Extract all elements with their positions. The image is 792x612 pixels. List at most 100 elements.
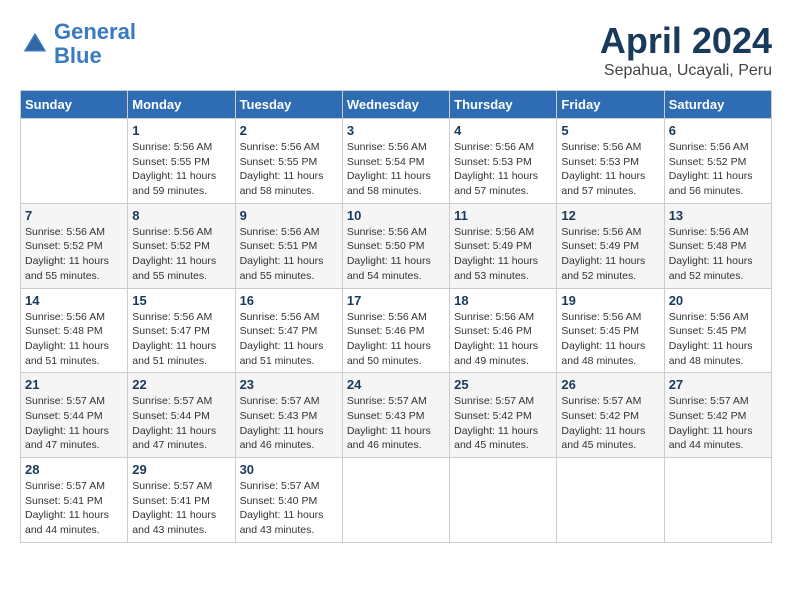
day-info: Sunrise: 5:56 AMSunset: 5:45 PMDaylight:… — [669, 310, 767, 369]
calendar-table: Sunday Monday Tuesday Wednesday Thursday… — [20, 90, 772, 543]
day-number: 17 — [347, 293, 445, 308]
day-info: Sunrise: 5:57 AMSunset: 5:41 PMDaylight:… — [25, 479, 123, 538]
day-number: 23 — [240, 377, 338, 392]
day-number: 5 — [561, 123, 659, 138]
col-monday: Monday — [128, 91, 235, 119]
table-row: 20 Sunrise: 5:56 AMSunset: 5:45 PMDayligh… — [664, 288, 771, 373]
table-row: 5 Sunrise: 5:56 AMSunset: 5:53 PMDaylight… — [557, 119, 664, 204]
day-number: 28 — [25, 462, 123, 477]
col-sunday: Sunday — [21, 91, 128, 119]
day-info: Sunrise: 5:57 AMSunset: 5:43 PMDaylight:… — [347, 394, 445, 453]
table-row: 11 Sunrise: 5:56 AMSunset: 5:49 PMDayligh… — [450, 203, 557, 288]
table-row: 26 Sunrise: 5:57 AMSunset: 5:42 PMDayligh… — [557, 373, 664, 458]
day-info: Sunrise: 5:57 AMSunset: 5:41 PMDaylight:… — [132, 479, 230, 538]
page-header: General Blue April 2024 Sepahua, Ucayali… — [20, 20, 772, 80]
day-info: Sunrise: 5:57 AMSunset: 5:42 PMDaylight:… — [454, 394, 552, 453]
table-row: 25 Sunrise: 5:57 AMSunset: 5:42 PMDayligh… — [450, 373, 557, 458]
table-row: 8 Sunrise: 5:56 AMSunset: 5:52 PMDaylight… — [128, 203, 235, 288]
day-info: Sunrise: 5:56 AMSunset: 5:52 PMDaylight:… — [25, 225, 123, 284]
day-number: 11 — [454, 208, 552, 223]
day-info: Sunrise: 5:56 AMSunset: 5:53 PMDaylight:… — [454, 140, 552, 199]
col-wednesday: Wednesday — [342, 91, 449, 119]
calendar-week-row: 7 Sunrise: 5:56 AMSunset: 5:52 PMDaylight… — [21, 203, 772, 288]
day-info: Sunrise: 5:56 AMSunset: 5:54 PMDaylight:… — [347, 140, 445, 199]
table-row: 14 Sunrise: 5:56 AMSunset: 5:48 PMDayligh… — [21, 288, 128, 373]
day-info: Sunrise: 5:56 AMSunset: 5:55 PMDaylight:… — [132, 140, 230, 199]
day-info: Sunrise: 5:56 AMSunset: 5:46 PMDaylight:… — [454, 310, 552, 369]
table-row: 3 Sunrise: 5:56 AMSunset: 5:54 PMDaylight… — [342, 119, 449, 204]
table-row: 4 Sunrise: 5:56 AMSunset: 5:53 PMDaylight… — [450, 119, 557, 204]
col-tuesday: Tuesday — [235, 91, 342, 119]
table-row — [557, 458, 664, 543]
title-block: April 2024 Sepahua, Ucayali, Peru — [600, 20, 772, 80]
table-row: 27Sunrise: 5:57 AMSunset: 5:42 PMDayligh… — [664, 373, 771, 458]
table-row — [21, 119, 128, 204]
day-info: Sunrise: 5:56 AMSunset: 5:49 PMDaylight:… — [454, 225, 552, 284]
day-number: 15 — [132, 293, 230, 308]
calendar-week-row: 21Sunrise: 5:57 AMSunset: 5:44 PMDayligh… — [21, 373, 772, 458]
day-number: 9 — [240, 208, 338, 223]
table-row: 15 Sunrise: 5:56 AMSunset: 5:47 PMDayligh… — [128, 288, 235, 373]
table-row: 9 Sunrise: 5:56 AMSunset: 5:51 PMDaylight… — [235, 203, 342, 288]
day-number: 3 — [347, 123, 445, 138]
day-number: 26 — [561, 377, 659, 392]
day-number: 8 — [132, 208, 230, 223]
day-info: Sunrise: 5:56 AMSunset: 5:46 PMDaylight:… — [347, 310, 445, 369]
day-number: 1 — [132, 123, 230, 138]
table-row: 6 Sunrise: 5:56 AMSunset: 5:52 PMDaylight… — [664, 119, 771, 204]
day-number: 29 — [132, 462, 230, 477]
day-number: 14 — [25, 293, 123, 308]
day-number: 13 — [669, 208, 767, 223]
table-row: 13 Sunrise: 5:56 AMSunset: 5:48 PMDayligh… — [664, 203, 771, 288]
day-number: 20 — [669, 293, 767, 308]
day-info: Sunrise: 5:56 AMSunset: 5:50 PMDaylight:… — [347, 225, 445, 284]
day-number: 2 — [240, 123, 338, 138]
calendar-week-row: 28 Sunrise: 5:57 AMSunset: 5:41 PMDayligh… — [21, 458, 772, 543]
day-number: 24 — [347, 377, 445, 392]
day-number: 19 — [561, 293, 659, 308]
table-row: 17 Sunrise: 5:56 AMSunset: 5:46 PMDayligh… — [342, 288, 449, 373]
table-row: 12 Sunrise: 5:56 AMSunset: 5:49 PMDayligh… — [557, 203, 664, 288]
table-row — [342, 458, 449, 543]
day-info: Sunrise: 5:57 AMSunset: 5:40 PMDaylight:… — [240, 479, 338, 538]
day-number: 22 — [132, 377, 230, 392]
day-info: Sunrise: 5:56 AMSunset: 5:55 PMDaylight:… — [240, 140, 338, 199]
table-row: 2 Sunrise: 5:56 AMSunset: 5:55 PMDaylight… — [235, 119, 342, 204]
day-number: 6 — [669, 123, 767, 138]
day-info: Sunrise: 5:57 AMSunset: 5:42 PMDaylight:… — [561, 394, 659, 453]
table-row: 23Sunrise: 5:57 AMSunset: 5:43 PMDayligh… — [235, 373, 342, 458]
day-info: Sunrise: 5:56 AMSunset: 5:53 PMDaylight:… — [561, 140, 659, 199]
table-row: 18Sunrise: 5:56 AMSunset: 5:46 PMDayligh… — [450, 288, 557, 373]
calendar-week-row: 14 Sunrise: 5:56 AMSunset: 5:48 PMDayligh… — [21, 288, 772, 373]
day-number: 12 — [561, 208, 659, 223]
day-info: Sunrise: 5:56 AMSunset: 5:48 PMDaylight:… — [669, 225, 767, 284]
day-number: 25 — [454, 377, 552, 392]
calendar-week-row: 1 Sunrise: 5:56 AMSunset: 5:55 PMDaylight… — [21, 119, 772, 204]
day-info: Sunrise: 5:56 AMSunset: 5:47 PMDaylight:… — [240, 310, 338, 369]
table-row: 7 Sunrise: 5:56 AMSunset: 5:52 PMDaylight… — [21, 203, 128, 288]
day-info: Sunrise: 5:56 AMSunset: 5:52 PMDaylight:… — [132, 225, 230, 284]
logo-text: General Blue — [54, 20, 136, 68]
col-friday: Friday — [557, 91, 664, 119]
day-info: Sunrise: 5:56 AMSunset: 5:51 PMDaylight:… — [240, 225, 338, 284]
day-number: 7 — [25, 208, 123, 223]
table-row: 29 Sunrise: 5:57 AMSunset: 5:41 PMDayligh… — [128, 458, 235, 543]
col-saturday: Saturday — [664, 91, 771, 119]
location-subtitle: Sepahua, Ucayali, Peru — [600, 62, 772, 80]
day-info: Sunrise: 5:56 AMSunset: 5:47 PMDaylight:… — [132, 310, 230, 369]
day-number: 4 — [454, 123, 552, 138]
table-row: 30 Sunrise: 5:57 AMSunset: 5:40 PMDayligh… — [235, 458, 342, 543]
table-row: 16Sunrise: 5:56 AMSunset: 5:47 PMDayligh… — [235, 288, 342, 373]
day-info: Sunrise: 5:56 AMSunset: 5:45 PMDaylight:… — [561, 310, 659, 369]
table-row: 21Sunrise: 5:57 AMSunset: 5:44 PMDayligh… — [21, 373, 128, 458]
day-number: 30 — [240, 462, 338, 477]
day-info: Sunrise: 5:56 AMSunset: 5:52 PMDaylight:… — [669, 140, 767, 199]
day-info: Sunrise: 5:56 AMSunset: 5:48 PMDaylight:… — [25, 310, 123, 369]
day-info: Sunrise: 5:56 AMSunset: 5:49 PMDaylight:… — [561, 225, 659, 284]
table-row: 19 Sunrise: 5:56 AMSunset: 5:45 PMDayligh… — [557, 288, 664, 373]
table-row: 1 Sunrise: 5:56 AMSunset: 5:55 PMDaylight… — [128, 119, 235, 204]
table-row: 24 Sunrise: 5:57 AMSunset: 5:43 PMDayligh… — [342, 373, 449, 458]
day-info: Sunrise: 5:57 AMSunset: 5:44 PMDaylight:… — [132, 394, 230, 453]
month-title: April 2024 — [600, 20, 772, 62]
table-row: 22 Sunrise: 5:57 AMSunset: 5:44 PMDayligh… — [128, 373, 235, 458]
